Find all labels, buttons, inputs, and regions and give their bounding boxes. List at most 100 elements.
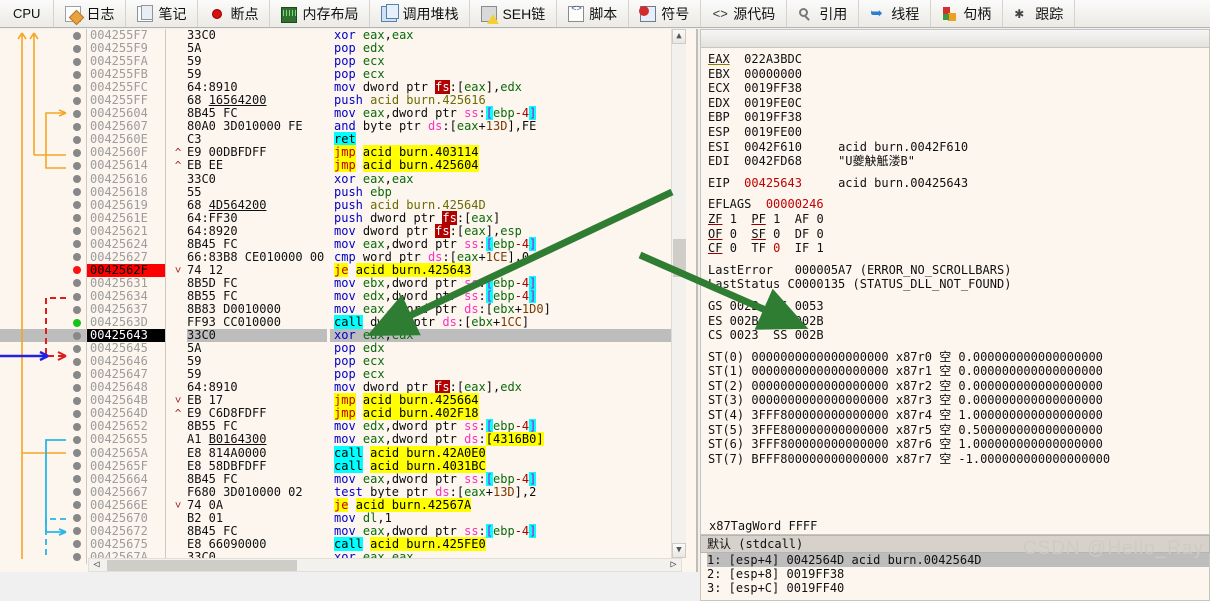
breakpoint-dot[interactable] — [68, 29, 86, 42]
tab-handles[interactable]: 句柄 — [931, 0, 1004, 27]
fpu-st(1)[interactable]: ST(1) 0000000000000000000 x87r1 空 0.0000… — [708, 364, 1209, 379]
register-edx[interactable]: EDX 0019FE0C — [708, 96, 1209, 111]
register-ecx[interactable]: ECX 0019FF38 — [708, 81, 1209, 96]
scroll-right-button[interactable]: ▷ — [666, 559, 681, 571]
stack-arg-row[interactable]: 3: [esp+C] 0019FF40 — [707, 581, 1209, 595]
register-ebx[interactable]: EBX 00000000 — [708, 67, 1209, 82]
breakpoint-dot[interactable] — [68, 420, 86, 433]
scroll-down-button[interactable]: ▼ — [672, 543, 686, 558]
register-ebp[interactable]: EBP 0019FF38 — [708, 110, 1209, 125]
breakpoint-dot[interactable] — [68, 473, 86, 486]
registers-body[interactable]: EAX 022A3BDC EBX 00000000 ECX 0019FF38 EDX … — [700, 48, 1210, 535]
tab-references[interactable]: 引用 — [787, 0, 860, 27]
breakpoint-dot[interactable] — [68, 355, 86, 368]
register-esp[interactable]: ESP 0019FE00 — [708, 125, 1209, 140]
fpu-st(0)[interactable]: ST(0) 0000000000000000000 x87r0 空 0.0000… — [708, 350, 1209, 365]
fpu-st(4)[interactable]: ST(4) 3FFF800000000000000 x87r4 空 1.0000… — [708, 408, 1209, 423]
segment-row-0[interactable]: GS 002B FS 0053 — [708, 299, 1209, 314]
breakpoint-dot[interactable] — [68, 329, 86, 343]
fpu-st(2)[interactable]: ST(2) 0000000000000000000 x87r2 空 0.0000… — [708, 379, 1209, 394]
segment-row-2[interactable]: CS 0023 SS 002B — [708, 328, 1209, 343]
hscroll-thumb[interactable] — [107, 560, 297, 571]
scroll-left-button[interactable]: ◁ — [89, 559, 104, 571]
breakpoint-dot[interactable] — [68, 290, 86, 303]
fpu-st(3)[interactable]: ST(3) 0000000000000000000 x87r3 空 0.0000… — [708, 393, 1209, 408]
breakpoint-dot[interactable] — [68, 512, 86, 525]
breakpoint-dot[interactable] — [68, 433, 86, 446]
disassembly-row[interactable]: 00425627 66:83B8 CE010000 00 cmp word ptr … — [0, 250, 682, 264]
breakpoint-dot[interactable] — [68, 525, 86, 538]
last-status[interactable]: LastStatus C0000135 (STATUS_DLL_NOT_FOUN… — [708, 277, 1209, 292]
tab-cpu[interactable]: CPU — [0, 0, 55, 27]
fpu-st(6)[interactable]: ST(6) 3FFF800000000000000 x87r6 空 1.0000… — [708, 437, 1209, 452]
breakpoint-dot[interactable] — [68, 407, 86, 420]
tab-breakpoints[interactable]: 断点 — [198, 0, 271, 27]
breakpoint-dot[interactable] — [68, 551, 86, 564]
calling-convention-bar[interactable]: 默认 (stdcall) — [700, 535, 1210, 553]
breakpoint-dot[interactable] — [68, 199, 86, 212]
breakpoint-dot[interactable] — [68, 538, 86, 551]
breakpoint-dot[interactable] — [68, 238, 86, 251]
last-error[interactable]: LastError 000005A7 (ERROR_NO_SCROLLBARS) — [708, 263, 1209, 278]
tab-script[interactable]: 脚本 — [557, 0, 630, 27]
breakpoint-dot[interactable] — [68, 225, 86, 238]
disassembly-row[interactable]: 00425667 F680 3D010000 02 test byte ptr ds… — [0, 485, 682, 499]
tab-log[interactable]: 日志 — [54, 0, 127, 27]
breakpoint-dot[interactable] — [68, 277, 86, 290]
disassembly-panel[interactable]: 004255F7 33C0 xor eax,eax 004255F9 5A pop edx… — [0, 29, 698, 572]
fpu-st(7)[interactable]: ST(7) BFFF800000000000000 x87r7 空 -1.000… — [708, 452, 1209, 467]
tab-notes[interactable]: 笔记 — [126, 0, 199, 27]
flags-row-1[interactable]: OF 0 SF 0 DF 0 — [708, 227, 1209, 242]
stack-arg-row[interactable]: 1: [esp+4] 0042564D acid burn.0042564D — [707, 553, 1209, 567]
breakpoint-dot[interactable] — [68, 186, 86, 199]
breakpoint-dot[interactable] — [68, 120, 86, 133]
disassembly-row[interactable]: 00425672 8B45 FC mov eax,dword ptr ss:[ebp… — [0, 523, 682, 538]
breakpoint-dot[interactable] — [68, 173, 86, 186]
tab-memory-map[interactable]: 内存布局 — [270, 0, 371, 27]
breakpoint-dot[interactable] — [68, 368, 86, 381]
breakpoint-dot[interactable] — [68, 107, 86, 120]
register-eax[interactable]: EAX 022A3BDC — [708, 52, 1209, 67]
tab-threads[interactable]: ➥ 线程 — [859, 0, 932, 27]
breakpoint-dot[interactable] — [68, 460, 86, 473]
register-edi[interactable]: EDI 0042FD68 "U夔觖觗溇B" — [708, 154, 1209, 169]
breakpoint-dot[interactable] — [68, 486, 86, 499]
breakpoint-dot[interactable] — [68, 159, 86, 172]
breakpoint-dot[interactable] — [68, 394, 86, 407]
tab-symbols[interactable]: 符号 — [629, 0, 702, 27]
stack-arguments-list[interactable]: 1: [esp+4] 0042564D acid burn.0042564D 2:… — [700, 553, 1210, 601]
breakpoint-dot[interactable] — [68, 212, 86, 225]
fpu-st(5)[interactable]: ST(5) 3FFE800000000000000 x87r5 空 0.5000… — [708, 423, 1209, 438]
breakpoint-dot[interactable] — [68, 447, 86, 460]
breakpoint-dot[interactable] — [68, 42, 86, 55]
breakpoint-dot[interactable] — [68, 381, 86, 394]
tab-trace[interactable]: ✱ 跟踪 — [1003, 0, 1076, 27]
disassembly-vertical-scrollbar[interactable]: ▲ ▼ — [671, 29, 686, 558]
scroll-thumb[interactable] — [673, 239, 686, 277]
disassembly-horizontal-scrollbar[interactable]: ◁ ▷ — [88, 558, 682, 572]
tab-source-code[interactable]: <> 源代码 — [701, 0, 788, 27]
disassembly-row[interactable]: 0042565A E8 814A0000 call acid burn.42A0E0 — [0, 445, 682, 460]
breakpoint-dot[interactable] — [68, 316, 86, 329]
register-esi[interactable]: ESI 0042F610 acid burn.0042F610 — [708, 140, 1209, 155]
tab-seh-chain[interactable]: SEH链 — [470, 0, 558, 27]
register-eip[interactable]: EIP 00425643 acid burn.00425643 — [708, 176, 1209, 191]
breakpoint-dot[interactable] — [68, 94, 86, 107]
breakpoint-dot[interactable] — [68, 264, 86, 277]
segment-row-1[interactable]: ES 002B DS 002B — [708, 314, 1209, 329]
scroll-up-button[interactable]: ▲ — [672, 29, 686, 44]
breakpoint-dot[interactable] — [68, 499, 86, 512]
breakpoint-dot[interactable] — [68, 251, 86, 264]
register-eflags[interactable]: EFLAGS 00000246 — [708, 197, 1209, 212]
breakpoint-dot[interactable] — [68, 81, 86, 94]
stack-arg-row[interactable]: 2: [esp+8] 0019FF38 — [707, 567, 1209, 581]
tab-call-stack[interactable]: 调用堆栈 — [370, 0, 471, 27]
breakpoint-dot[interactable] — [68, 342, 86, 355]
breakpoint-dot[interactable] — [68, 146, 86, 159]
breakpoint-dot[interactable] — [68, 303, 86, 316]
flags-row-0[interactable]: ZF 1 PF 1 AF 0 — [708, 212, 1209, 227]
breakpoint-dot[interactable] — [68, 55, 86, 68]
flags-row-2[interactable]: CF 0 TF 0 IF 1 — [708, 241, 1209, 256]
breakpoint-dot[interactable] — [68, 68, 86, 81]
breakpoint-dot[interactable] — [68, 133, 86, 146]
